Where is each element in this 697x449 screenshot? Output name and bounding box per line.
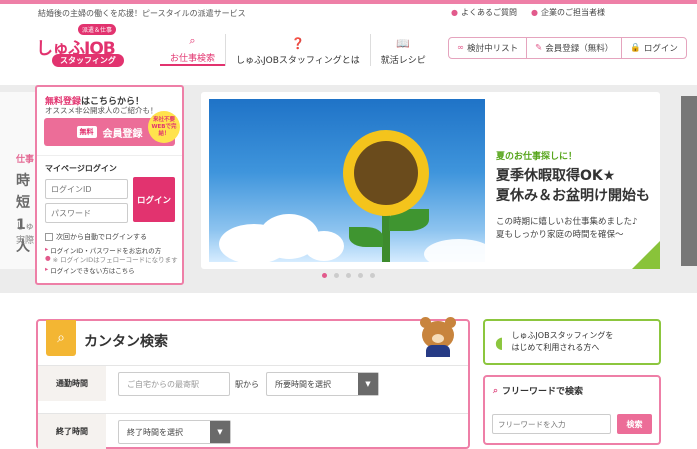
free-word-search-button[interactable]: 検索 bbox=[617, 414, 652, 434]
corporate-link[interactable]: ● 企業のご担当者様 bbox=[531, 7, 605, 18]
auto-login-checkbox[interactable]: 次回から自動でログインする bbox=[45, 232, 147, 242]
logo-sub: スタッフィング bbox=[52, 54, 124, 67]
bear-mascot bbox=[418, 317, 458, 357]
free-register-sub: オススメ非公開求人のご紹介も！ bbox=[45, 106, 158, 115]
next-slide-peek[interactable] bbox=[681, 96, 697, 266]
faq-link[interactable]: ● よくあるご質問 bbox=[451, 7, 517, 18]
end-time-select[interactable]: 終了時間を選択 ▼ bbox=[118, 420, 231, 444]
nav-recipe[interactable]: 📖 就活レシピ bbox=[369, 34, 436, 66]
search-icon: ⌕ bbox=[189, 34, 196, 47]
banner-desc: この時期に嬉しいお仕事集めました♪ 夏もしっかり家庭の時間を確保〜 bbox=[496, 217, 638, 240]
pencil-icon: ✎ bbox=[535, 43, 543, 53]
banner-sub: 夏のお仕事探しに！ bbox=[496, 152, 578, 162]
header-buttons: ∞ 検討中リスト ✎ 会員登録（無料） 🔒 ログイン bbox=[448, 37, 687, 59]
forgot-note: ● ※ ログインIDはフェローコードになります bbox=[45, 254, 178, 264]
login-header-button[interactable]: 🔒 ログイン bbox=[621, 38, 686, 58]
login-button[interactable]: ログイン bbox=[133, 177, 175, 222]
slide-pagination bbox=[322, 273, 375, 278]
checkbox-box bbox=[45, 233, 53, 241]
station-input[interactable]: ご自宅からの最寄駅 bbox=[118, 372, 230, 396]
top-links: ● よくあるご質問 ● 企業のご担当者様 bbox=[451, 7, 605, 18]
search-icon: ⌕ bbox=[493, 385, 499, 396]
book-icon: 📖 bbox=[396, 37, 411, 50]
search-title: カンタン検索 bbox=[84, 334, 168, 350]
slide-dot[interactable] bbox=[334, 273, 339, 278]
between-text: 駅から bbox=[235, 380, 259, 389]
login-panel: 無料登録はこちらから！ オススメ非公開求人のご紹介も！ 無料 会員登録 来社不要… bbox=[35, 85, 184, 285]
cannot-login-link[interactable]: ▸ ログインできない方はこちら bbox=[45, 265, 135, 275]
free-word-search: ⌕フリーワードで検索 検索 bbox=[483, 375, 661, 445]
slide-dot[interactable] bbox=[322, 273, 327, 278]
end-time-row: 終了時間 終了時間を選択 ▼ bbox=[38, 413, 468, 449]
slide-dot[interactable] bbox=[358, 273, 363, 278]
chevron-down-icon: ▼ bbox=[358, 373, 378, 395]
slide-dot[interactable] bbox=[370, 273, 375, 278]
nav-about[interactable]: ❓ しゅふJOBスタッフィングとは bbox=[225, 34, 370, 66]
top-accent-bar bbox=[0, 0, 697, 4]
easy-search-panel: ⌕ カンタン検索 通勤時間 ご自宅からの最寄駅 駅から 所要時間を選択 ▼ 終了時… bbox=[36, 317, 470, 449]
slide-dot[interactable] bbox=[346, 273, 351, 278]
mypage-login-heading: マイページログイン bbox=[45, 164, 117, 173]
favorites-button[interactable]: ∞ 検討中リスト bbox=[449, 38, 526, 58]
site-tagline: 結婚後の主婦の働くを応援！ピースタイルの派遣サービス bbox=[38, 9, 246, 18]
link-icon: ∞ bbox=[457, 43, 465, 53]
corner-arrow-icon bbox=[632, 241, 660, 269]
register-button[interactable]: ✎ 会員登録（無料） bbox=[526, 38, 621, 58]
nav-job-search[interactable]: ⌕ お仕事検索 bbox=[160, 34, 226, 66]
chevron-down-icon: ▼ bbox=[210, 421, 230, 443]
arrow-icon: ▸ bbox=[45, 265, 49, 273]
commute-row: 通勤時間 ご自宅からの最寄駅 駅から 所要時間を選択 ▼ bbox=[38, 365, 468, 401]
bullet-icon: ● bbox=[45, 254, 51, 262]
beginner-leaf-icon: ◖ bbox=[495, 332, 504, 352]
banner-slide[interactable]: 夏のお仕事探しに！ 夏季休暇取得OK★ 夏休み＆お盆明け開始も この時期に嬉しいお… bbox=[201, 92, 660, 269]
sunflower-photo bbox=[209, 99, 485, 262]
global-nav: ⌕ お仕事検索 ❓ しゅふJOBスタッフィングとは 📖 就活レシピ bbox=[160, 34, 436, 66]
first-time-guide[interactable]: ◖ しゅふJOBスタッフィングを はじめて利用される方へ bbox=[483, 319, 661, 365]
divider bbox=[37, 155, 182, 156]
info-icon: ● bbox=[451, 8, 459, 17]
free-word-input[interactable] bbox=[492, 414, 611, 434]
banner-title: 夏季休暇取得OK★ 夏休み＆お盆明け開始も bbox=[496, 168, 650, 204]
question-icon: ❓ bbox=[291, 37, 305, 50]
prev-slide-peek[interactable]: 仕事 時短 1人 しゅ 実際 bbox=[0, 92, 35, 269]
login-id-input[interactable] bbox=[45, 179, 128, 199]
magnifier-icon: ⌕ bbox=[46, 320, 76, 356]
commute-time-select[interactable]: 所要時間を選択 ▼ bbox=[266, 372, 379, 396]
site-logo[interactable]: 派遣＆仕事 しゅふJOB スタッフィング bbox=[36, 24, 136, 67]
web-complete-seal: 来社不要WEBで完結！ bbox=[148, 111, 180, 143]
external-link-icon: ● bbox=[531, 8, 538, 17]
lock-icon: 🔒 bbox=[630, 43, 641, 53]
password-input[interactable] bbox=[45, 203, 128, 223]
